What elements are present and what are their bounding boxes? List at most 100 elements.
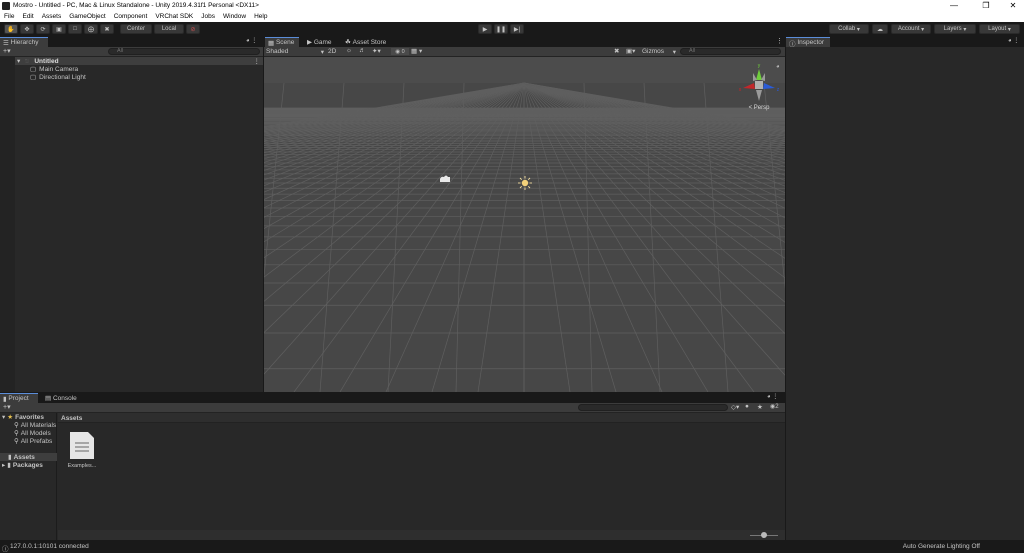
tools-icon[interactable]: ✖: [614, 47, 619, 55]
close-icon[interactable]: ✕: [1003, 0, 1023, 11]
lighting-toggle-icon[interactable]: ☼: [346, 47, 352, 54]
light-gizmo-icon[interactable]: [518, 176, 532, 190]
tab-console[interactable]: ▤ Console: [42, 393, 80, 403]
inspector-lock-icon[interactable]: ◕ ⋮: [1008, 37, 1019, 44]
scale-tool-button[interactable]: ▣: [52, 24, 66, 34]
menu-gameobject[interactable]: GameObject: [69, 13, 106, 20]
hidden-packages-counter[interactable]: ◉2: [770, 403, 779, 410]
lock-icon[interactable]: ◕ ⋮: [246, 37, 257, 44]
audio-toggle-icon[interactable]: ♬: [359, 47, 366, 54]
menu-component[interactable]: Component: [114, 13, 148, 20]
horizon-band: [264, 57, 785, 83]
menu-vrchat-sdk[interactable]: VRChat SDK: [155, 13, 193, 20]
packages-folder-row[interactable]: ▸ ▮ Packages: [2, 461, 57, 470]
tab-inspector[interactable]: ⓘ Inspector: [786, 37, 830, 48]
account-button[interactable]: Account ▾: [891, 24, 931, 34]
gizmo-center-icon[interactable]: [755, 81, 763, 89]
layers-button[interactable]: Layers ▾: [934, 24, 976, 34]
perspective-label[interactable]: < Persp: [749, 105, 771, 111]
search-icon: ⚲: [14, 438, 19, 445]
collab-label: Collab: [838, 26, 856, 32]
hierarchy-item-directional-light[interactable]: ▢ Directional Light: [30, 73, 230, 82]
pivot-local-button[interactable]: Local: [154, 24, 184, 34]
hand-tool-button[interactable]: ✋: [4, 24, 18, 34]
hidden-objects-counter[interactable]: ◉ 0: [391, 48, 409, 55]
scene-row[interactable]: ▾ ◾ Untitled ⋮: [15, 57, 263, 65]
tab-hierarchy[interactable]: ☰ Hierarchy: [0, 37, 48, 47]
menu-bar: File Edit Assets GameObject Component VR…: [0, 11, 1024, 22]
rotate-tool-button[interactable]: ⟳: [36, 24, 50, 34]
project-lock-icon[interactable]: ◕ ⋮: [767, 393, 778, 400]
menu-file[interactable]: File: [4, 13, 14, 20]
2d-toggle[interactable]: 2D: [328, 47, 342, 56]
rect-tool-button[interactable]: □: [68, 24, 82, 34]
scene-viewport[interactable]: y x z < Persp ◕: [264, 57, 785, 392]
scene-search-input[interactable]: All: [680, 48, 781, 55]
shading-label: Shaded: [266, 48, 289, 55]
tab-project[interactable]: ▮ Project: [0, 393, 38, 403]
favorite-all-models[interactable]: ⚲ All Models: [14, 429, 57, 438]
maximize-icon[interactable]: ❐: [976, 0, 996, 11]
gizmos-label: Gizmos: [642, 48, 665, 55]
grid-toggle-icon[interactable]: ▦ ▾: [411, 47, 422, 55]
favorites-star-icon[interactable]: ★: [757, 403, 763, 411]
collab-button[interactable]: Collab ▾: [829, 24, 869, 34]
expand-arrow-icon[interactable]: ▾: [2, 413, 5, 421]
inspector-panel: [786, 37, 1024, 540]
hierarchy-search-input[interactable]: All: [108, 48, 260, 55]
hierarchy-item-main-camera[interactable]: ▢ Main Camera: [30, 65, 230, 74]
expand-arrow-icon[interactable]: ▾: [17, 57, 20, 65]
project-tab-label: Project: [8, 395, 29, 402]
lighting-status[interactable]: Auto Generate Lighting Off: [903, 543, 980, 550]
step-button[interactable]: ▶|: [510, 24, 524, 34]
scene-tab-label: Scene: [275, 39, 295, 46]
menu-edit[interactable]: Edit: [22, 13, 33, 20]
project-create-icon[interactable]: +▾: [3, 403, 11, 411]
asset-item[interactable]: Examples...: [66, 429, 98, 473]
transform-tool-button[interactable]: ⨁: [84, 24, 98, 34]
cloud-icon[interactable]: ☁: [872, 24, 888, 34]
tab-scene[interactable]: ▦ Scene: [265, 37, 299, 47]
status-message[interactable]: 127.0.0.1:10101 connected: [10, 543, 89, 550]
favorites-row[interactable]: ▾ ★ Favorites: [2, 413, 57, 422]
menu-window[interactable]: Window: [223, 13, 246, 20]
favorite-all-prefabs[interactable]: ⚲ All Prefabs: [14, 437, 57, 446]
favorite-all-materials[interactable]: ⚲ All Materials: [14, 421, 57, 430]
scene-menu-icon[interactable]: ⋮: [776, 37, 783, 45]
menu-assets[interactable]: Assets: [42, 13, 62, 20]
filter-by-label-icon[interactable]: ●: [745, 403, 749, 410]
effects-toggle-icon[interactable]: ✦▾: [372, 47, 381, 55]
favorites-label: Favorites: [15, 413, 44, 421]
grid-snap-button[interactable]: ⊘: [186, 24, 200, 34]
assets-folder-row[interactable]: ▮ Assets: [0, 453, 57, 461]
tab-asset-store[interactable]: ☘ Asset Store: [342, 37, 392, 47]
minimize-icon[interactable]: —: [944, 0, 964, 11]
pause-button[interactable]: ❚❚: [494, 24, 508, 34]
shading-mode-dropdown[interactable]: Shaded ▾: [266, 47, 324, 56]
scene-menu-icon[interactable]: ⋮: [254, 57, 261, 65]
pivot-center-button[interactable]: Center: [120, 24, 152, 34]
menu-help[interactable]: Help: [254, 13, 267, 20]
filter-by-type-icon[interactable]: ◇▾: [731, 403, 739, 411]
gizmos-dropdown[interactable]: Gizmos ▾: [642, 47, 676, 56]
camera-icon[interactable]: ▣▾: [626, 47, 635, 55]
move-tool-button[interactable]: ✥: [20, 24, 34, 34]
project-tabbar: [0, 393, 785, 403]
tab-game[interactable]: ▶ Game: [304, 37, 338, 47]
create-add-icon[interactable]: +▾: [3, 47, 11, 55]
fx-count: 0: [401, 48, 405, 55]
play-button[interactable]: ▶: [478, 24, 492, 34]
project-search-input[interactable]: [578, 404, 728, 411]
expand-arrow-icon[interactable]: ▸: [2, 461, 5, 469]
assets-folder-label: Assets: [13, 453, 35, 461]
breadcrumb[interactable]: Assets: [61, 414, 121, 422]
custom-tool-button[interactable]: ✖: [100, 24, 114, 34]
menu-jobs[interactable]: Jobs: [201, 13, 215, 20]
layout-button[interactable]: Layout ▾: [979, 24, 1020, 34]
slider-thumb[interactable]: [761, 532, 767, 538]
folder-icon: ▮: [7, 462, 11, 469]
gizmo-lock-icon[interactable]: ◕: [776, 64, 780, 70]
layers-label: Layers: [943, 26, 962, 32]
favorite-label: All Models: [20, 429, 51, 437]
asset-item-label: Examples...: [67, 463, 97, 469]
